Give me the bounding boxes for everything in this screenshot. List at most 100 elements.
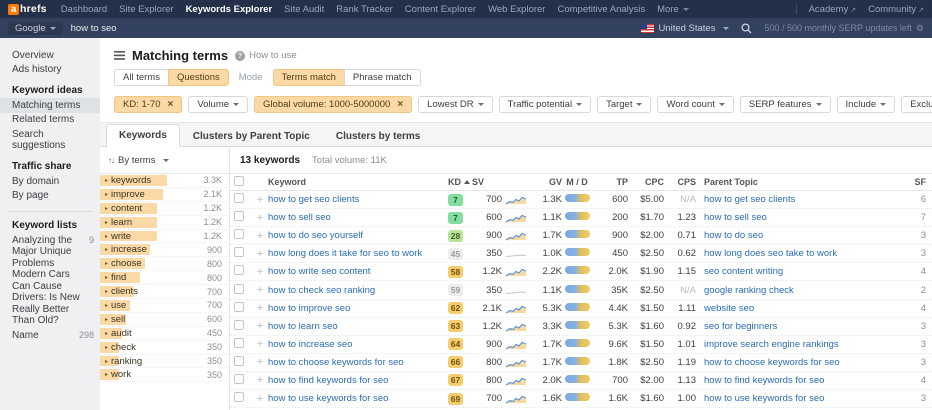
close-icon[interactable]: ×: [168, 99, 174, 110]
expand-arrow-icon[interactable]: ▸: [105, 233, 108, 240]
row-checkbox[interactable]: [234, 302, 244, 312]
row-checkbox[interactable]: [234, 229, 244, 239]
keyword-link[interactable]: how to write seo content: [268, 266, 448, 277]
sidebar-item-overview[interactable]: Overview: [0, 48, 100, 63]
add-to-list-button[interactable]: +: [252, 230, 268, 242]
sidebar-item-analyzing-the-major-unique-pro[interactable]: Analyzing the Major Unique Problems Mode…: [0, 233, 100, 328]
row-checkbox[interactable]: [234, 374, 244, 384]
add-to-list-button[interactable]: +: [252, 356, 268, 368]
add-to-list-button[interactable]: +: [252, 302, 268, 314]
term-row-increase[interactable]: ▸increase900: [100, 243, 229, 257]
term-row-improve[interactable]: ▸improve2.1K: [100, 188, 229, 202]
col-cpc[interactable]: CPC: [628, 177, 664, 187]
expand-arrow-icon[interactable]: ▸: [105, 246, 108, 253]
filter-lowest-dr[interactable]: Lowest DR: [418, 96, 492, 113]
keyword-link[interactable]: how to improve seo: [268, 303, 448, 314]
expand-arrow-icon[interactable]: ▸: [105, 358, 108, 365]
row-checkbox[interactable]: [234, 392, 244, 402]
tab-clusters-by-terms[interactable]: Clusters by terms: [323, 125, 433, 147]
col-sf[interactable]: SF: [900, 177, 926, 187]
expand-arrow-icon[interactable]: ▸: [105, 191, 108, 198]
row-checkbox[interactable]: [234, 284, 244, 294]
expand-arrow-icon[interactable]: ▸: [105, 274, 108, 281]
col-gv[interactable]: GV: [530, 177, 562, 187]
mode-tab-questions[interactable]: Questions: [168, 69, 229, 86]
how-to-use-link[interactable]: ? How to use: [235, 50, 297, 61]
term-row-write[interactable]: ▸write1.2K: [100, 230, 229, 244]
expand-arrow-icon[interactable]: ▸: [105, 316, 108, 323]
sidebar-item-matching-terms[interactable]: Matching terms: [0, 98, 100, 113]
expand-arrow-icon[interactable]: ▸: [105, 330, 108, 337]
filter-volume[interactable]: Volume: [188, 96, 248, 113]
sidebar-item-name[interactable]: Name298: [0, 328, 100, 343]
country-select[interactable]: United States: [641, 23, 729, 34]
parent-topic-link[interactable]: seo for beginners: [704, 321, 777, 332]
gear-icon[interactable]: ⚙: [916, 23, 924, 34]
keyword-link[interactable]: how to find keywords for seo: [268, 375, 448, 386]
row-checkbox[interactable]: [234, 320, 244, 330]
term-row-learn[interactable]: ▸learn1.2K: [100, 216, 229, 230]
tab-keywords[interactable]: Keywords: [106, 124, 180, 147]
nav-item-competitive-analysis[interactable]: Competitive Analysis: [557, 4, 645, 15]
keyword-link[interactable]: how to use keywords for seo: [268, 393, 448, 404]
expand-arrow-icon[interactable]: ▸: [105, 288, 108, 295]
filter-serp-features[interactable]: SERP features: [740, 96, 831, 113]
col-parent-topic[interactable]: Parent Topic: [696, 177, 900, 187]
filter-include[interactable]: Include: [837, 96, 896, 113]
nav-item-rank-tracker[interactable]: Rank Tracker: [336, 4, 393, 15]
keyword-link[interactable]: how to learn seo: [268, 321, 448, 332]
parent-topic-link[interactable]: how to sell seo: [704, 212, 767, 223]
add-to-list-button[interactable]: +: [252, 393, 268, 405]
col-keyword[interactable]: Keyword: [268, 177, 448, 187]
row-checkbox[interactable]: [234, 247, 244, 257]
search-engine-select[interactable]: Google: [8, 22, 63, 35]
parent-topic-link[interactable]: improve search engine rankings: [704, 339, 839, 350]
filter-exclude[interactable]: Exclude: [901, 96, 932, 113]
expand-arrow-icon[interactable]: ▸: [105, 260, 108, 267]
mode-tab-all-terms[interactable]: All terms: [114, 69, 169, 86]
expand-arrow-icon[interactable]: ▸: [105, 205, 108, 212]
nav-item-web-explorer[interactable]: Web Explorer: [488, 4, 545, 15]
menu-icon[interactable]: [114, 51, 125, 60]
col-cps[interactable]: CPS: [664, 177, 696, 187]
nav-item-dashboard[interactable]: Dashboard: [61, 4, 107, 15]
expand-arrow-icon[interactable]: ▸: [105, 177, 108, 184]
nav-item-site-audit[interactable]: Site Audit: [284, 4, 324, 15]
parent-topic-link[interactable]: website seo: [704, 303, 754, 314]
add-to-list-button[interactable]: +: [252, 212, 268, 224]
filter-word-count[interactable]: Word count: [657, 96, 733, 113]
add-to-list-button[interactable]: +: [252, 194, 268, 206]
nav-link-community[interactable]: Community↗: [868, 4, 924, 15]
mode-tab-terms-match[interactable]: Terms match: [273, 69, 345, 86]
term-row-ranking[interactable]: ▸ranking350: [100, 355, 229, 369]
nav-link-academy[interactable]: Academy↗: [809, 4, 856, 15]
add-to-list-button[interactable]: +: [252, 248, 268, 260]
nav-item-site-explorer[interactable]: Site Explorer: [119, 4, 173, 15]
terms-sort-select[interactable]: ↑↓ By terms: [100, 147, 229, 174]
nav-item-content-explorer[interactable]: Content Explorer: [405, 4, 476, 15]
expand-arrow-icon[interactable]: ▸: [105, 371, 108, 378]
row-checkbox[interactable]: [234, 193, 244, 203]
term-row-clients[interactable]: ▸clients700: [100, 285, 229, 299]
keyword-link[interactable]: how to increase seo: [268, 339, 448, 350]
parent-topic-link[interactable]: how to find keywords for seo: [704, 375, 824, 386]
term-row-keywords[interactable]: ▸keywords3.3K: [100, 174, 229, 188]
parent-topic-link[interactable]: how long does seo take to work: [704, 248, 837, 259]
keyword-link[interactable]: how to sell seo: [268, 212, 448, 223]
term-row-use[interactable]: ▸use700: [100, 299, 229, 313]
parent-topic-link[interactable]: seo content writing: [704, 266, 783, 277]
ahrefs-logo[interactable]: a hrefs: [8, 3, 47, 15]
row-checkbox[interactable]: [234, 265, 244, 275]
sidebar-item-ads-history[interactable]: Ads history: [0, 63, 100, 78]
parent-topic-link[interactable]: google ranking check: [704, 285, 794, 296]
add-to-list-button[interactable]: +: [252, 338, 268, 350]
add-to-list-button[interactable]: +: [252, 374, 268, 386]
nav-item-keywords-explorer[interactable]: Keywords Explorer: [186, 4, 273, 15]
term-row-choose[interactable]: ▸choose800: [100, 257, 229, 271]
col-sv[interactable]: SV: [472, 177, 502, 187]
keyword-link[interactable]: how to choose keywords for seo: [268, 357, 448, 368]
sidebar-item-related-terms[interactable]: Related terms: [0, 113, 100, 128]
col-kd[interactable]: KD: [448, 177, 472, 187]
sidebar-item-search-suggestions[interactable]: Search suggestions: [0, 127, 100, 153]
expand-arrow-icon[interactable]: ▸: [105, 219, 108, 226]
